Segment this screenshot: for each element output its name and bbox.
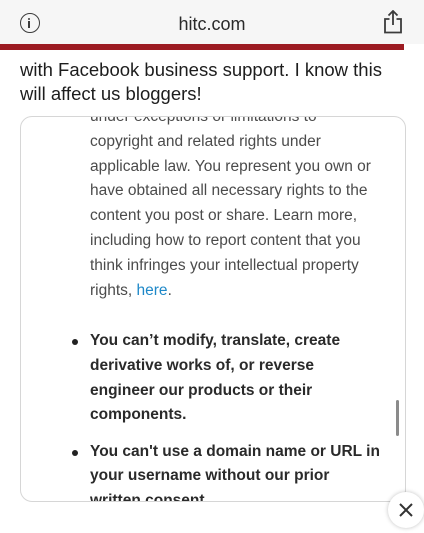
bullet-text: You can’t modify, translate, create deri… <box>90 332 341 424</box>
scrollbar-thumb[interactable] <box>396 400 399 436</box>
bullet-dot <box>72 449 78 456</box>
link-tail: . <box>167 281 172 299</box>
terms-paragraph-text: copyright and related rights under appli… <box>90 132 371 299</box>
bullet-item: You can't use a domain name or URL in yo… <box>21 440 405 502</box>
bullet-text: You can't use a domain name or URL in yo… <box>90 442 380 502</box>
bullet-item: You can’t modify, translate, create deri… <box>21 329 405 427</box>
partial-line: under exceptions or limitations to <box>90 116 317 125</box>
address-bar-url[interactable]: hitc.com <box>0 14 424 35</box>
share-icon[interactable] <box>382 10 404 34</box>
browser-toolbar: hitc.com <box>0 0 424 44</box>
site-header-accent-bar <box>0 44 404 50</box>
embedded-terms-card[interactable]: under exceptions or limitations to copyr… <box>20 116 406 502</box>
terms-bullet-list: You can’t modify, translate, create deri… <box>21 329 405 502</box>
bullet-dot <box>72 339 78 346</box>
close-button[interactable] <box>388 492 424 528</box>
terms-paragraph: copyright and related rights under appli… <box>21 130 405 304</box>
here-link[interactable]: here <box>137 282 168 299</box>
close-icon <box>399 503 413 517</box>
article-paragraph: with Facebook business support. I know t… <box>20 59 382 104</box>
